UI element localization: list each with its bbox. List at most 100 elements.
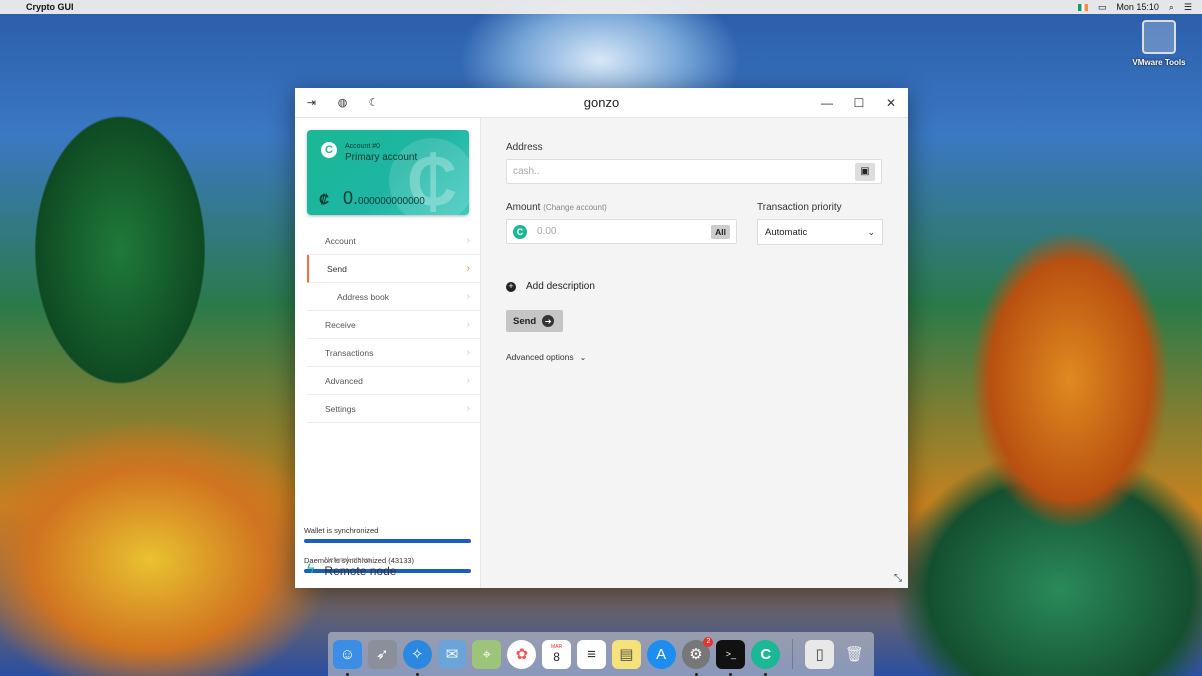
change-account-link[interactable]: (Change account) <box>543 203 607 212</box>
dock-calendar[interactable]: MAR 8 <box>542 639 572 669</box>
dock-mail[interactable]: ✉ <box>437 639 467 669</box>
network-status-label: Network status <box>324 557 371 564</box>
menubar-app-name[interactable]: Crypto GUI <box>26 2 74 12</box>
minimize-icon[interactable]: — <box>820 96 834 110</box>
send-button[interactable]: Send ➔ <box>506 310 563 332</box>
sidebar-item-label: Address book <box>337 291 389 302</box>
dock-downloads[interactable]: ▯ <box>805 639 835 669</box>
sidebar-item-receive[interactable]: Receive › <box>307 311 480 339</box>
dock-separator <box>792 639 794 669</box>
chevron-down-icon: ⌄ <box>579 352 587 362</box>
globe-icon[interactable]: ◍ <box>336 96 349 109</box>
running-indicator <box>764 672 768 676</box>
terminal-icon: >_ <box>725 649 737 659</box>
sidebar-item-label: Settings <box>325 403 356 414</box>
sidebar-menu: Account › Send › Address book › Receive … <box>295 227 480 423</box>
coin-logo-icon: C <box>760 645 772 663</box>
document-icon: ▯ <box>815 646 824 663</box>
dock-terminal[interactable]: >_ <box>716 639 746 676</box>
maximize-icon[interactable]: ☐ <box>852 96 866 110</box>
search-icon[interactable]: ⌕ <box>1169 2 1174 13</box>
balance-decimal: 000000000000 <box>358 196 425 207</box>
wallet-sync-fill <box>304 539 471 543</box>
display-icon[interactable]: ▭ <box>1098 2 1107 13</box>
sidebar-item-address-book[interactable]: Address book › <box>307 283 480 311</box>
app-store-icon: A <box>656 645 667 663</box>
dock-system-preferences[interactable]: ⚙ 2 <box>681 636 714 676</box>
app-window: ⇥ ◍ ☾ gonzo — ☐ ✕ ₵ C Account #0 Primary… <box>295 88 908 588</box>
running-indicator <box>415 672 419 676</box>
title-bar: ⇥ ◍ ☾ gonzo — ☐ ✕ <box>295 88 908 118</box>
sidebar-item-advanced[interactable]: Advanced › <box>307 367 480 395</box>
gear-icon: ⚙ <box>689 646 703 663</box>
dock-maps[interactable]: ⌖ <box>472 639 502 669</box>
flag-icon[interactable] <box>1077 3 1088 11</box>
send-form: Address cash.. ▣ Amount (Change account)… <box>481 118 908 588</box>
desktop-icon-vmware-tools[interactable]: VMware Tools <box>1122 20 1196 67</box>
finder-icon: ☺ <box>339 645 356 663</box>
arrow-right-icon: ➔ <box>542 315 555 327</box>
running-indicator <box>729 672 733 676</box>
window-title: gonzo <box>583 95 620 110</box>
dock-reminders[interactable]: ≡ <box>577 639 606 669</box>
sidebar-item-label: Account <box>325 235 356 246</box>
account-balance: 0.000000000000 <box>343 188 425 209</box>
sidebar-item-label: Receive <box>325 319 356 330</box>
dock-app-store[interactable]: A <box>646 639 676 669</box>
chevron-right-icon: › <box>466 375 470 386</box>
lightning-icon: ϟ <box>307 559 315 576</box>
dock-launchpad[interactable]: ➶ <box>367 639 397 669</box>
logout-icon[interactable]: ⇥ <box>305 96 318 109</box>
network-status-value: Remote node <box>324 564 397 578</box>
amount-label: Amount (Change account) <box>506 202 737 213</box>
account-number: Account #0 <box>345 143 381 150</box>
sidebar-item-account[interactable]: Account › <box>307 227 480 255</box>
running-indicator <box>346 672 349 676</box>
sidebar: ₵ C Account #0 Primary account ₡ 0.00000… <box>295 118 481 588</box>
dock-safari[interactable]: ✧ <box>402 639 432 676</box>
moon-icon[interactable]: ☾ <box>367 96 380 109</box>
menubar-clock[interactable]: Mon 15:10 <box>1116 2 1159 12</box>
menubar-status: ▭ Mon 15:10 ⌕ ☰ <box>1077 2 1192 13</box>
address-book-icon[interactable]: ▣ <box>855 162 875 181</box>
wallet-sync-progress <box>304 539 471 543</box>
sidebar-item-transactions[interactable]: Transactions › <box>307 339 480 367</box>
sidebar-item-send[interactable]: Send › <box>307 255 480 283</box>
resize-icon[interactable]: ⤡ <box>894 573 902 584</box>
chevron-down-icon: ⌄ <box>867 226 875 237</box>
priority-select[interactable]: Automatic ⌄ <box>757 219 883 245</box>
amount-field[interactable]: C 0.00 All <box>506 219 737 244</box>
desktop-icon-label: VMware Tools <box>1132 58 1186 67</box>
dock-crypto-gui[interactable]: C <box>751 639 781 676</box>
add-description-button[interactable]: + Add description <box>506 281 883 292</box>
amount-placeholder: 0.00 <box>537 226 557 237</box>
address-field[interactable]: cash.. ▣ <box>506 159 882 184</box>
coin-icon: C <box>513 224 527 239</box>
sidebar-item-settings[interactable]: Settings › <box>307 395 480 423</box>
all-button[interactable]: All <box>711 224 730 239</box>
address-placeholder: cash.. <box>513 166 540 177</box>
advanced-options-toggle[interactable]: Advanced options ⌄ <box>506 352 883 362</box>
dock: ☺ ➶ ✧ ✉ ⌖ ✿ MAR 8 ≡ ▤ A ⚙ 2 >_ C ▯ 🗑 <box>328 632 874 676</box>
add-description-label: Add description <box>526 281 595 292</box>
list-icon: ≡ <box>587 645 596 663</box>
chevron-right-icon: › <box>466 263 470 274</box>
list-icon[interactable]: ☰ <box>1184 2 1192 13</box>
dock-notes[interactable]: ▤ <box>611 639 641 669</box>
drive-icon <box>1142 20 1176 54</box>
notes-icon: ▤ <box>619 646 634 663</box>
dock-finder[interactable]: ☺ <box>333 639 362 676</box>
photos-icon: ✿ <box>515 646 529 663</box>
dock-photos[interactable]: ✿ <box>507 639 537 669</box>
dock-trash[interactable]: 🗑 <box>840 640 869 669</box>
map-icon: ⌖ <box>482 645 492 663</box>
calendar-day: 8 <box>553 650 560 664</box>
close-icon[interactable]: ✕ <box>884 96 898 110</box>
wallet-sync-label: Wallet is synchronized <box>304 526 379 535</box>
network-status: ϟ Network status Remote node <box>307 557 396 578</box>
account-card[interactable]: ₵ C Account #0 Primary account ₡ 0.00000… <box>307 130 469 215</box>
account-name: Primary account <box>345 152 418 163</box>
amount-label-text: Amount <box>506 202 541 213</box>
running-indicator <box>694 672 698 676</box>
compass-icon: ✧ <box>410 646 424 663</box>
